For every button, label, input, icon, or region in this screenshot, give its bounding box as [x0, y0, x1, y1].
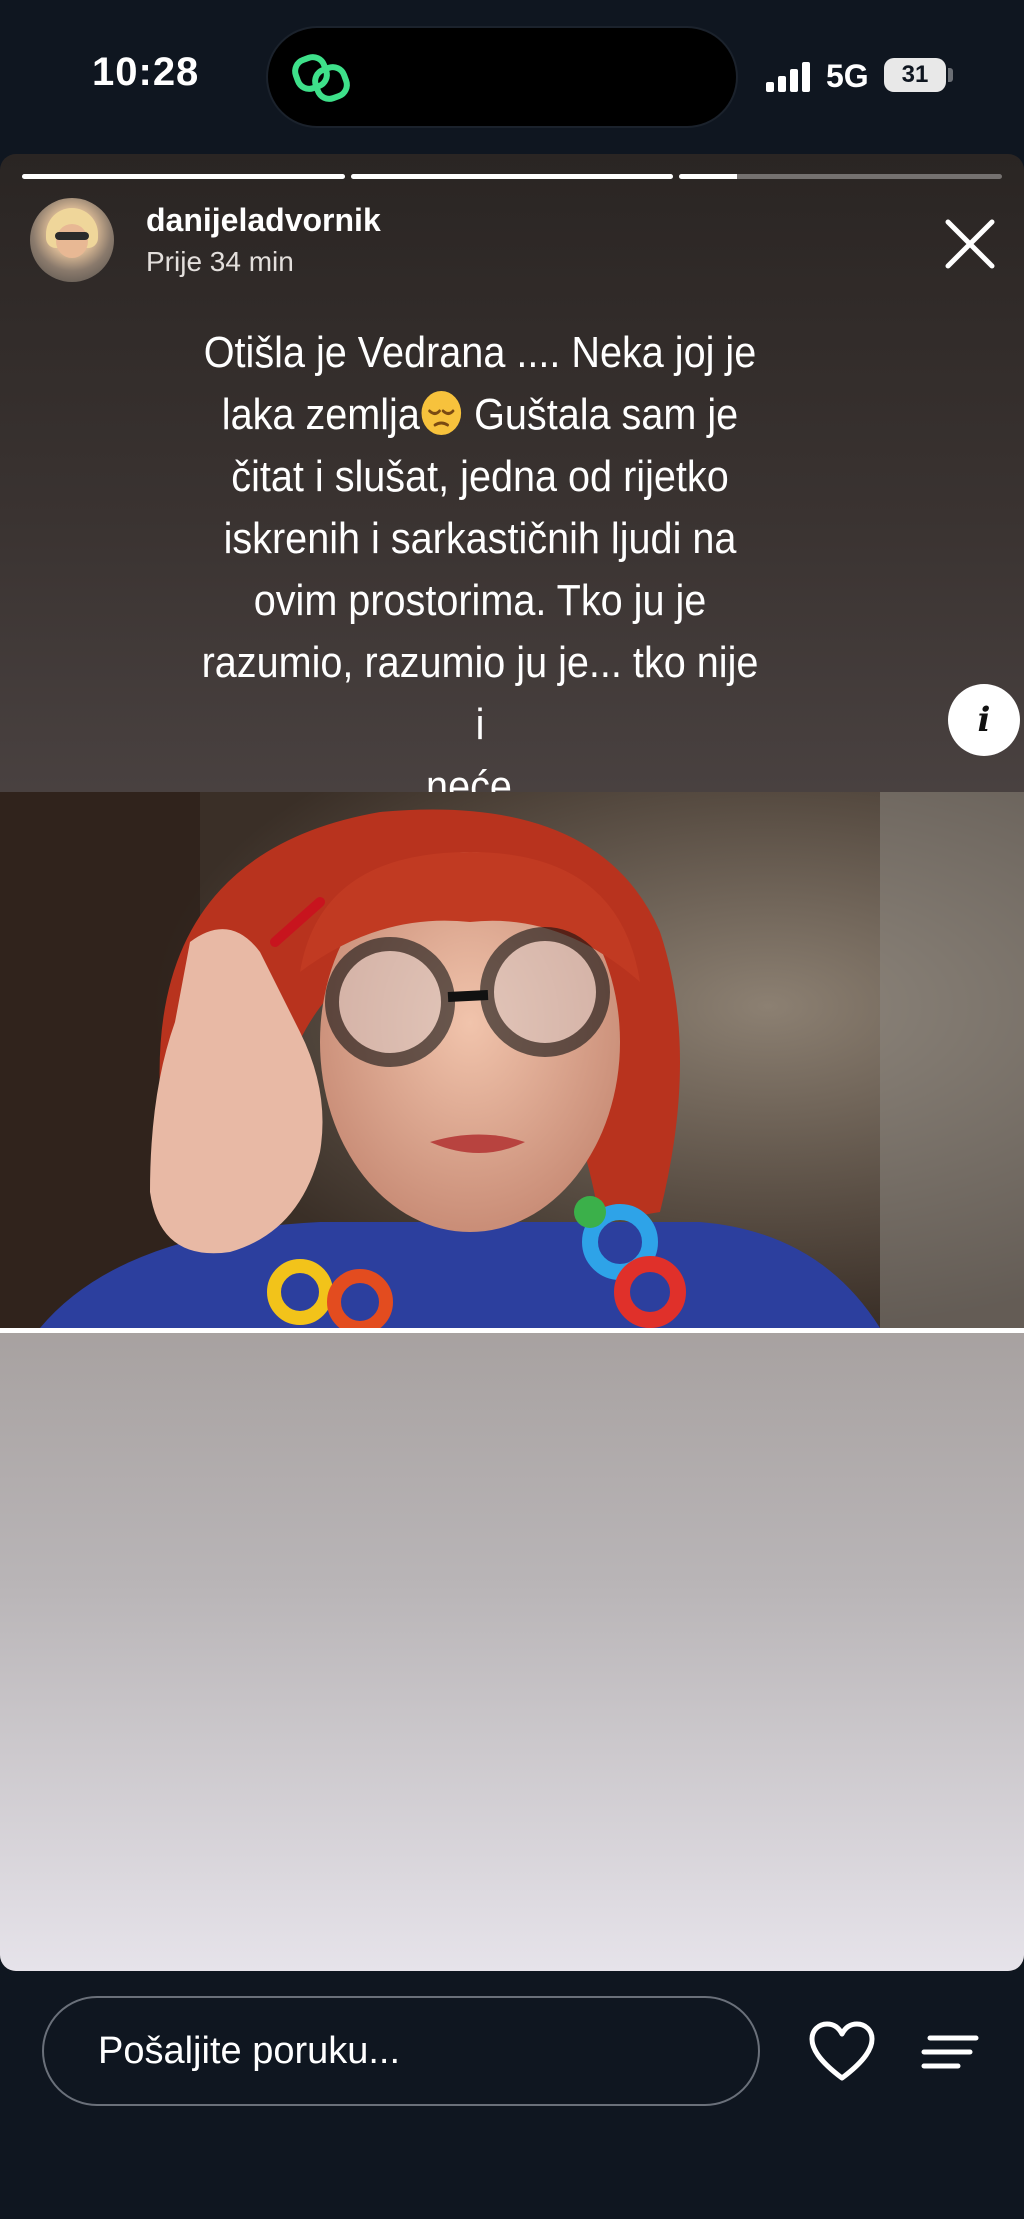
story-card[interactable]: danijeladvornik Prije 34 min Otišla je V…: [0, 154, 1024, 1971]
caption-line: razumio, razumio ju je... tko nije i: [201, 638, 759, 749]
progress-segment: [679, 174, 1003, 179]
message-input[interactable]: Pošaljite poruku...: [42, 1996, 760, 2106]
progress-fill: [22, 174, 345, 179]
caption-line: Otišla je Vedrana .... Neka joj je: [203, 328, 757, 377]
caption-line: laka zemlja Guštala sam je: [192, 384, 768, 446]
menu-lines-icon[interactable]: [920, 2030, 980, 2074]
info-button[interactable]: i: [948, 684, 1020, 756]
portrait-illustration: [0, 792, 1024, 1328]
progress-segment: [22, 174, 345, 179]
battery-cap: [948, 68, 953, 82]
story-progress: [22, 174, 1003, 179]
network-type: 5G: [826, 58, 869, 94]
caption-text: Guštala sam je: [463, 390, 739, 439]
heart-icon[interactable]: [808, 2020, 876, 2084]
story-photo: [0, 792, 1024, 1328]
caption-line: iskrenih i sarkastičnih ljudi na: [223, 514, 737, 563]
signal-bars-icon: [766, 62, 810, 92]
pensive-face-emoji: [421, 391, 462, 435]
battery-icon: 31: [884, 58, 946, 92]
status-bar: 10:28 5G 31: [0, 0, 1024, 150]
username[interactable]: danijeladvornik: [146, 202, 381, 239]
caption-text: laka zemlja: [221, 390, 420, 439]
story-caption: Otišla je Vedrana .... Neka joj je laka …: [192, 322, 768, 818]
avatar[interactable]: [30, 198, 114, 282]
avatar-face: [56, 224, 88, 258]
photo-divider: [0, 1328, 1024, 1333]
post-time: Prije 34 min: [146, 246, 294, 277]
caption-line: ovim prostorima. Tko ju je: [253, 576, 707, 625]
battery-level: 31: [901, 61, 929, 88]
story-screen: 10:28 5G 31 danijeladvornik Prije 34 min…: [0, 0, 1024, 2219]
status-time: 10:28: [92, 50, 200, 94]
close-icon[interactable]: [940, 214, 1000, 274]
link-chain-icon: [292, 54, 350, 102]
caption-line: čitat i slušat, jedna od rijetko: [231, 452, 729, 501]
avatar-glasses: [55, 232, 89, 240]
progress-segment: [350, 174, 674, 179]
dynamic-island: [268, 28, 736, 126]
progress-fill: [350, 174, 674, 179]
progress-fill: [679, 174, 738, 179]
story-background-gradient: [0, 1328, 1024, 1971]
